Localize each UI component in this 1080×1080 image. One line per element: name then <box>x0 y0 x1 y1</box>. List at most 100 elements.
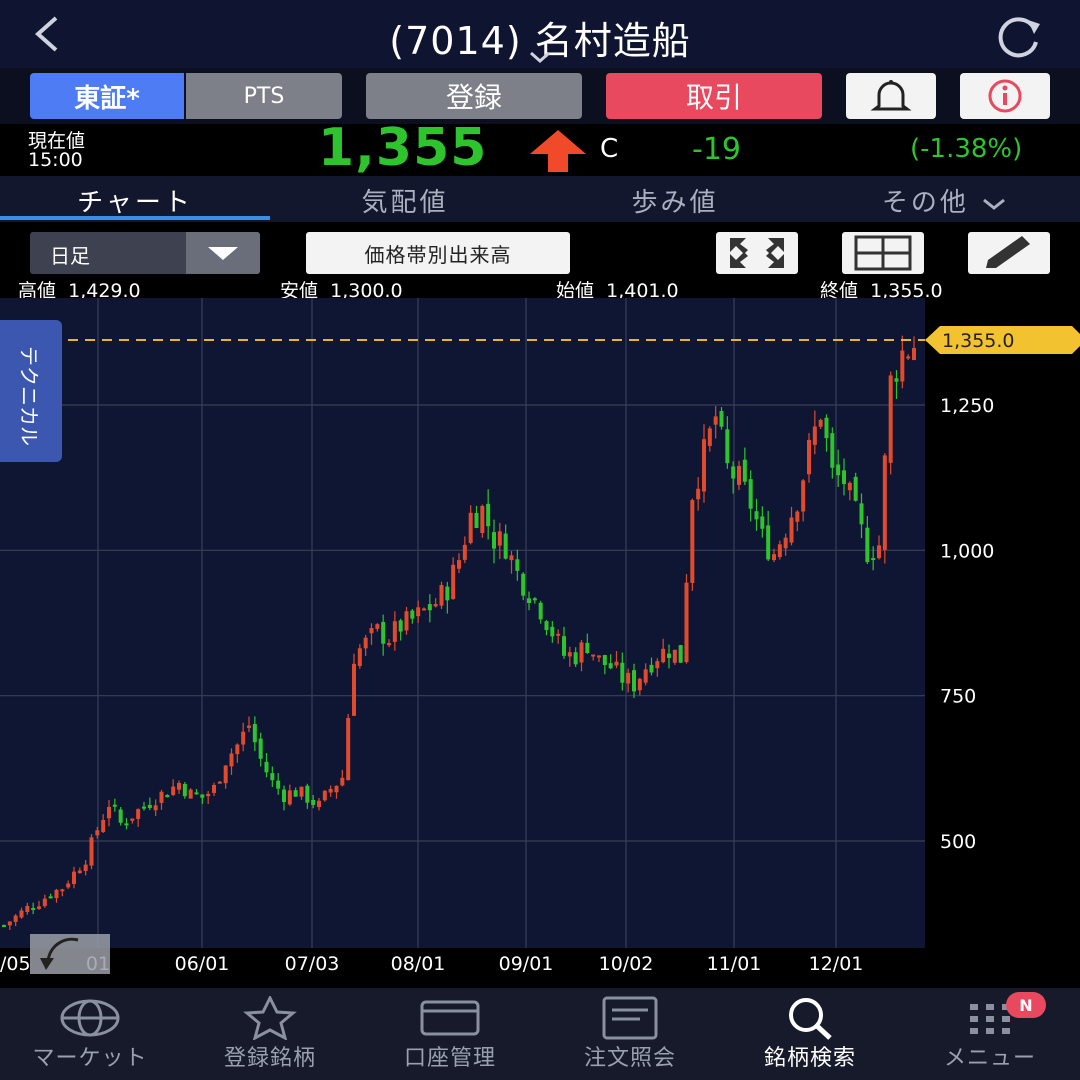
candle-body <box>136 809 141 819</box>
technical-side-tab[interactable]: テクニカル <box>0 320 62 462</box>
nav-menu[interactable]: メニュー <box>900 988 1080 1080</box>
nav-watchlist[interactable]: 登録銘柄 <box>180 988 360 1080</box>
candlestick-chart[interactable]: 1,355.0 1,2501,000750500 /050106/0107/03… <box>0 298 1080 988</box>
candle-body <box>311 799 316 805</box>
trade-button[interactable]: 取引 <box>606 73 822 119</box>
candle-body <box>824 417 829 439</box>
nav-search-label: 銘柄検索 <box>763 1046 856 1071</box>
candle-body <box>812 426 817 445</box>
candle-body <box>398 620 403 632</box>
candle-body <box>101 820 106 832</box>
candle-body <box>725 429 730 464</box>
candle-body <box>363 637 368 649</box>
layout-grid-button[interactable] <box>842 232 924 274</box>
nav-menu-label: メニュー <box>943 1046 1036 1071</box>
price-time: 15:00 <box>28 149 83 171</box>
candle-body <box>357 648 362 666</box>
candle-body <box>684 582 689 663</box>
y-tick-label: 500 <box>940 831 976 853</box>
nav-account[interactable]: 口座管理 <box>360 988 540 1080</box>
candle-body <box>906 356 911 359</box>
tab-quote[interactable]: 気配値 <box>270 182 540 218</box>
candle-body <box>433 603 438 607</box>
period-select[interactable]: 日足 <box>30 232 260 274</box>
bottom-nav: マーケット 登録銘柄 口座管理 注文照会 銘柄検索 メニュー <box>0 988 1080 1080</box>
candle-body <box>293 790 298 797</box>
tab-tick[interactable]: 歩み値 <box>540 182 810 218</box>
price-change: -19 <box>692 132 741 167</box>
candle-body <box>468 512 473 543</box>
reload-icon[interactable] <box>992 14 1044 58</box>
app-header: (7014) 名村造船 <box>0 0 1080 68</box>
candle-body <box>369 627 374 634</box>
candle-body <box>900 350 905 382</box>
chevron-down-icon[interactable] <box>528 50 552 64</box>
candle-body <box>212 784 216 793</box>
candle-body <box>299 786 304 797</box>
candle-body <box>830 433 835 468</box>
candle-body <box>247 725 251 728</box>
candle-body <box>672 649 677 663</box>
y-tick-label: 1,250 <box>940 395 994 417</box>
candle-body <box>445 586 450 601</box>
candle-body <box>317 800 321 808</box>
candle-body <box>474 512 479 529</box>
candle-body <box>573 652 578 665</box>
fullscreen-button[interactable] <box>716 232 798 274</box>
market-pts-button[interactable]: PTS <box>186 73 342 119</box>
candle-body <box>322 790 327 801</box>
candle-body <box>112 804 117 807</box>
x-tick-label: 08/01 <box>391 953 446 975</box>
info-button[interactable] <box>960 73 1050 119</box>
candle-body <box>719 411 724 427</box>
candle-body <box>801 480 806 512</box>
nav-market[interactable]: マーケット <box>0 988 180 1080</box>
alert-button[interactable] <box>846 73 936 119</box>
card-icon <box>420 1000 480 1036</box>
candle-body <box>550 626 555 637</box>
candle-body <box>783 537 788 549</box>
chevron-down-icon <box>983 198 1006 210</box>
register-button[interactable]: 登録 <box>366 73 582 119</box>
draw-button[interactable] <box>968 232 1050 274</box>
candle-body <box>194 792 199 795</box>
candle-body <box>95 830 100 836</box>
candle-body <box>538 602 543 620</box>
market-tosho-button[interactable]: 東証* <box>30 73 184 119</box>
undo-overlay-button[interactable] <box>30 934 110 974</box>
tab-other[interactable]: その他 <box>810 182 1080 218</box>
candle-body <box>66 883 71 888</box>
candle-body <box>527 598 531 604</box>
candle-body <box>404 611 409 631</box>
period-select-toggle[interactable] <box>186 232 260 274</box>
candle-body <box>252 723 257 743</box>
price-flag: C <box>600 134 619 164</box>
candle-body <box>60 889 65 892</box>
action-button-row: 東証* PTS 登録 取引 <box>0 68 1080 124</box>
search-icon <box>789 998 832 1040</box>
candle-body <box>77 870 82 874</box>
tab-chart[interactable]: チャート <box>0 182 270 218</box>
candle-body <box>165 794 170 798</box>
candle-body <box>690 500 695 583</box>
candle-body <box>305 785 310 803</box>
candle-body <box>777 544 782 558</box>
candle-body <box>503 533 508 559</box>
globe-icon <box>60 999 120 1037</box>
candle-body <box>626 672 631 684</box>
candle-body <box>544 621 549 631</box>
candle-body <box>842 470 846 484</box>
candle-body <box>54 889 59 899</box>
x-tick-label: /05 <box>0 953 31 975</box>
price-row: 現在値 15:00 1,355 C -19 (-1.38%) <box>0 118 1080 178</box>
nav-search[interactable]: 銘柄検索 <box>720 988 900 1080</box>
candle-body <box>457 560 461 569</box>
nav-orders-label: 注文照会 <box>583 1046 676 1071</box>
candle-body <box>678 645 683 663</box>
candle-body <box>731 466 736 479</box>
candle-body <box>188 789 193 799</box>
candle-body <box>223 765 228 784</box>
volume-by-price-button[interactable]: 価格帯別出来高 <box>306 232 570 274</box>
nav-orders[interactable]: 注文照会 <box>540 988 720 1080</box>
candle-body <box>142 806 146 809</box>
